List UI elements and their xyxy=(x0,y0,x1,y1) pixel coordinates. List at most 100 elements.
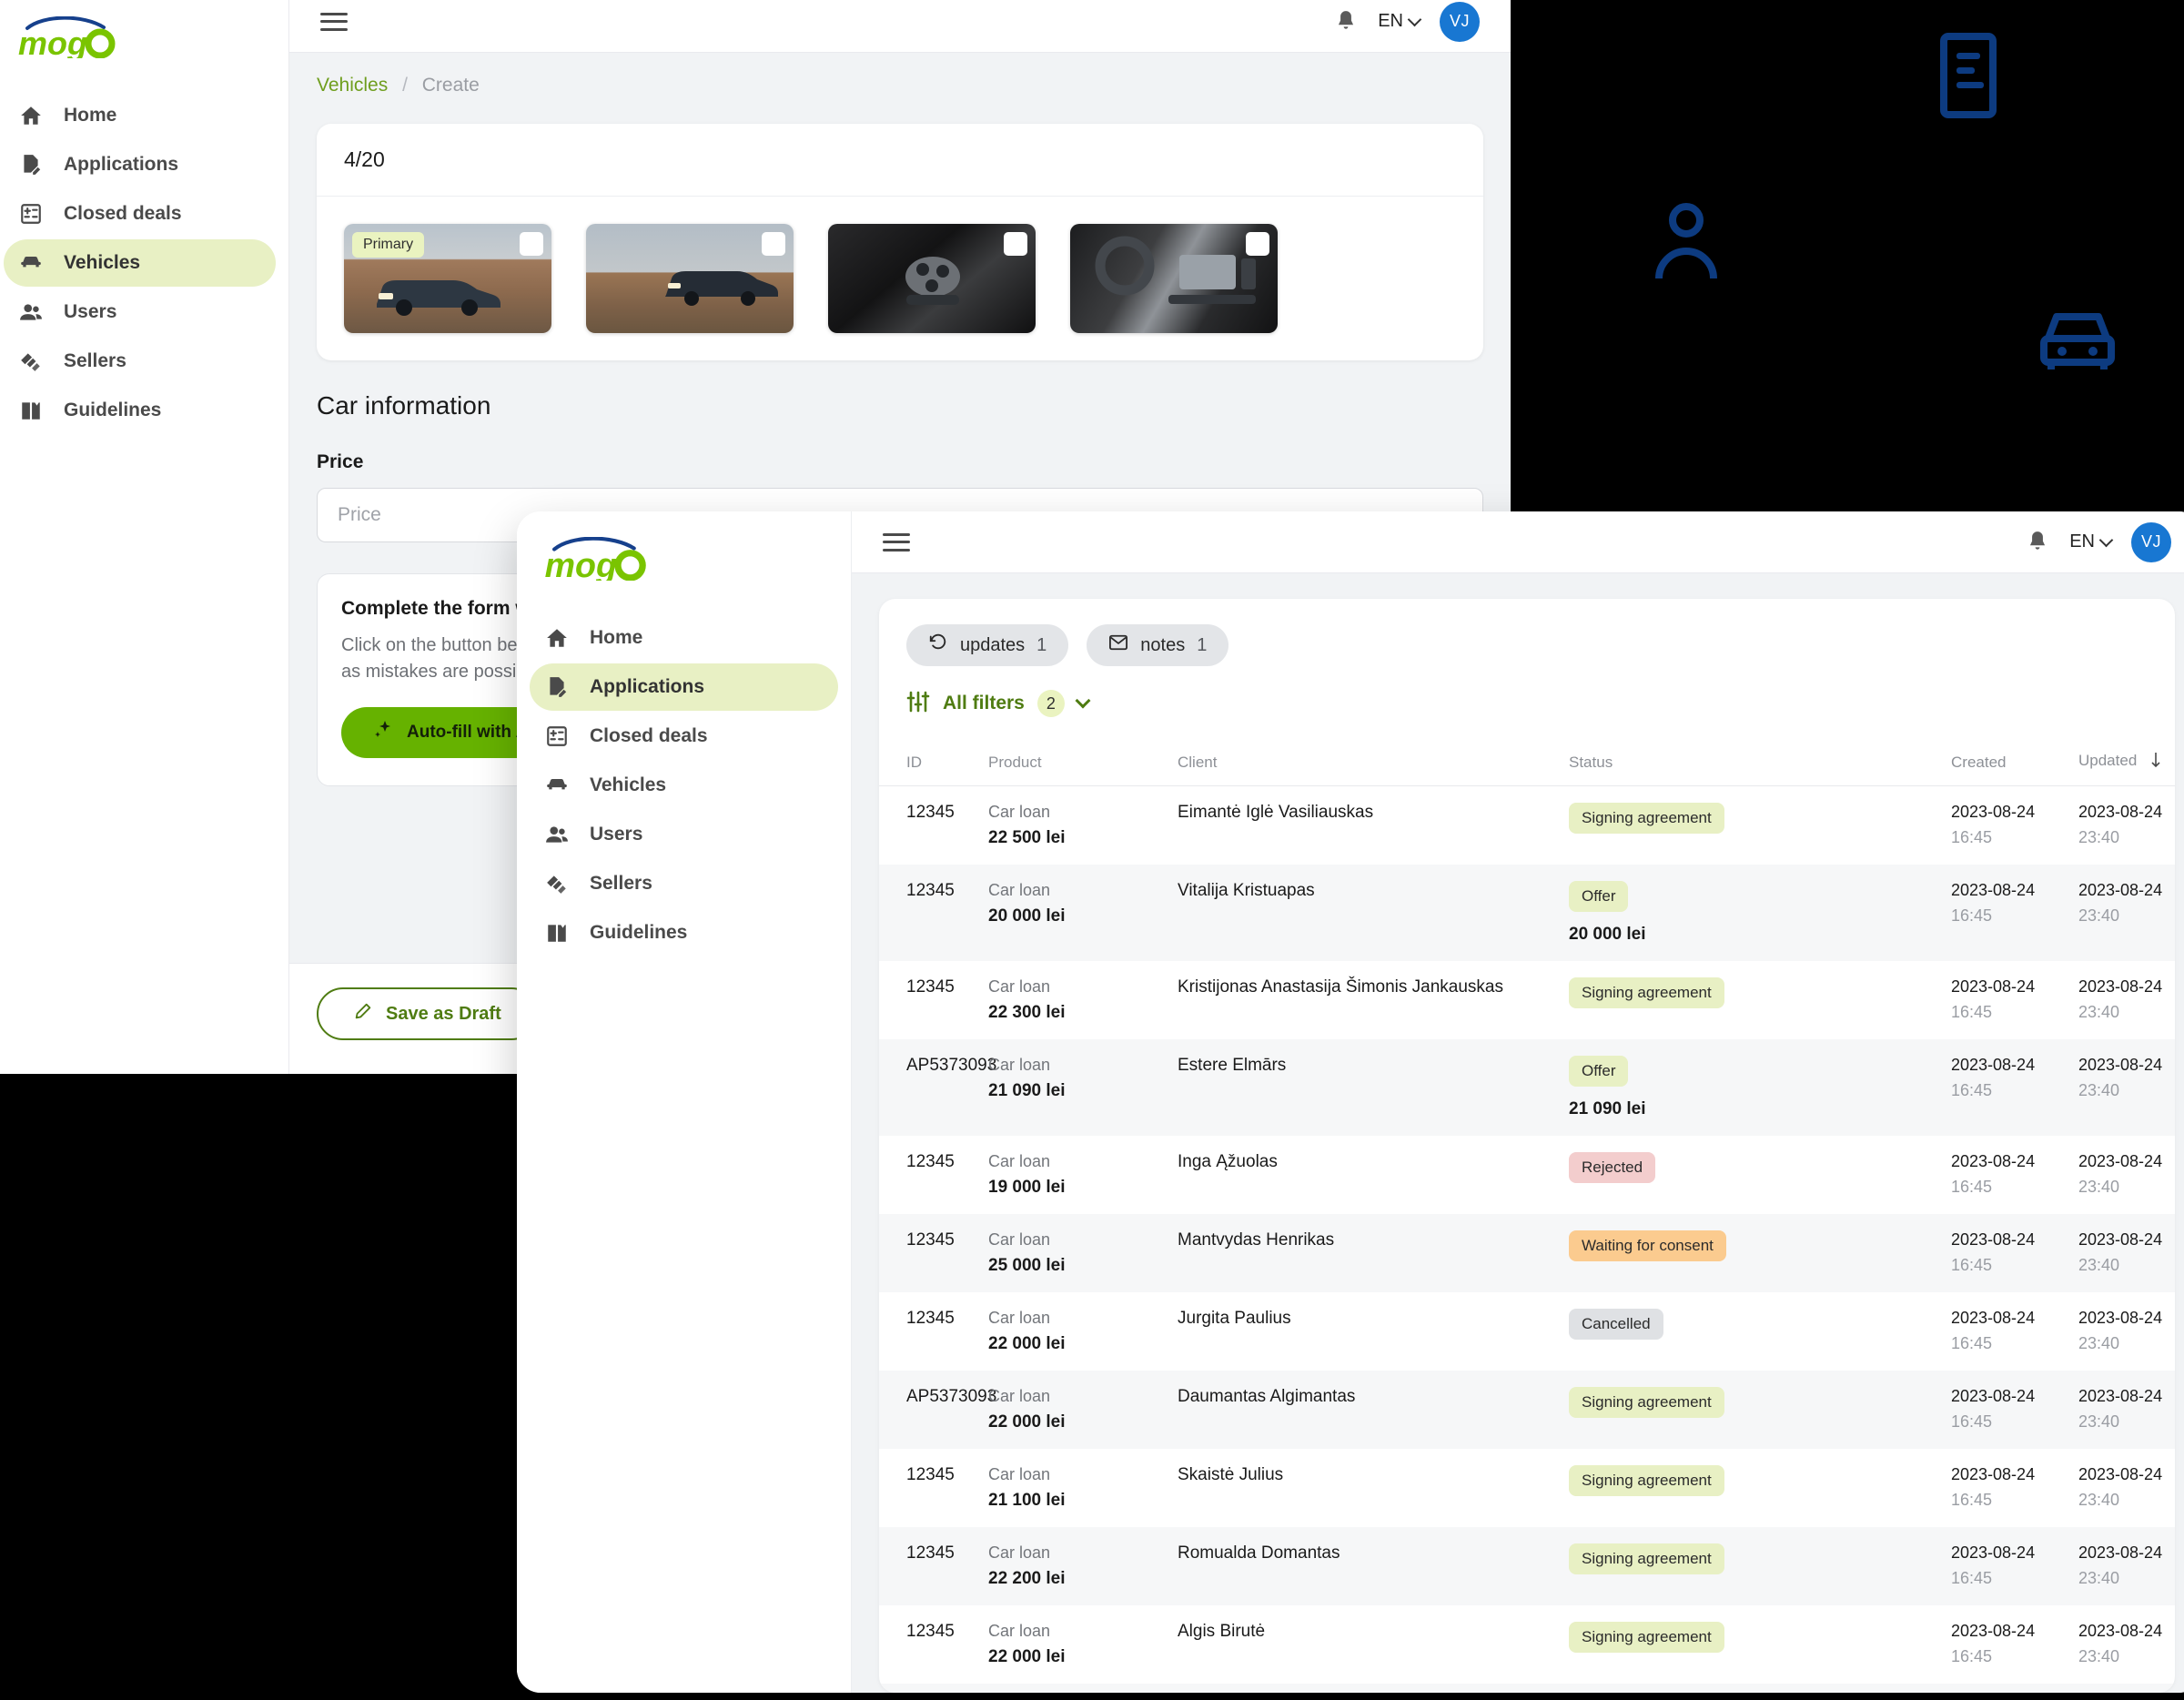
language-selector[interactable]: EN xyxy=(2069,531,2114,552)
all-filters-button[interactable]: All filters 2 xyxy=(879,666,2175,717)
sidebar-item-vehicles[interactable]: Vehicles xyxy=(4,239,276,287)
sidebar-item-label: Vehicles xyxy=(64,252,141,273)
cell-created-time: 16:45 xyxy=(1951,1178,1993,1196)
table-row[interactable]: AP5373093 Car loan 22 000 lei Daumantas Alg… xyxy=(879,1371,2175,1449)
mogo-logo[interactable]: mog xyxy=(0,4,288,90)
sidebar-item-applications[interactable]: Applications xyxy=(530,663,838,711)
all-filters-count: 2 xyxy=(1036,690,1065,717)
save-as-draft-button[interactable]: Save as Draft xyxy=(317,987,538,1040)
cell-updated-date: 2023-08-24 xyxy=(2078,1387,2163,1405)
person-icon xyxy=(1653,202,1719,285)
table-row[interactable]: AP5373093Car loan22 000 leiSofija SimasS… xyxy=(879,1684,2175,1693)
table-row[interactable]: 12345 Car loan 22 200 lei Romualda Domantas… xyxy=(879,1527,2175,1605)
sidebar-item-sellers[interactable]: Sellers xyxy=(530,860,838,907)
updates-count: 1 xyxy=(1036,634,1047,655)
sidebar-item-users[interactable]: Users xyxy=(4,288,276,336)
table-row[interactable]: 12345 Car loan 22 500 lei Eimantė Iglė Vasi… xyxy=(879,786,2175,865)
cell-created-date: 2023-08-24 xyxy=(1951,1230,2036,1249)
cell-updated-date: 2023-08-24 xyxy=(2078,977,2163,996)
status-badge: Signing agreement xyxy=(1569,1543,1724,1574)
table-row[interactable]: 12345 Car loan 20 000 lei Vitalija Kristuap… xyxy=(879,865,2175,961)
sidebar-item-sellers[interactable]: Sellers xyxy=(4,338,276,385)
topbar: EN VJ xyxy=(289,0,1511,53)
table-row[interactable]: 12345 Car loan 22 300 lei Kristijonas Anast… xyxy=(879,961,2175,1039)
chevron-down-icon xyxy=(1407,12,1422,26)
sidebar-item-closed-deals[interactable]: Closed deals xyxy=(4,190,276,238)
cell-product: Car loan xyxy=(988,1622,1051,1640)
photo-checkbox[interactable] xyxy=(762,232,785,256)
table-row[interactable]: 12345 Car loan 21 100 lei Skaistė Julius Sig… xyxy=(879,1449,2175,1527)
sidebar-item-guidelines[interactable]: Guidelines xyxy=(530,909,838,956)
cell-amount: 21 100 lei xyxy=(988,1491,1066,1510)
avatar[interactable]: VJ xyxy=(2131,521,2171,562)
column-header-product[interactable]: Product xyxy=(988,739,1178,786)
notifications-bell-icon[interactable] xyxy=(2026,530,2049,555)
sidebar-item-home[interactable]: Home xyxy=(4,92,276,139)
cell-amount: 22 000 lei xyxy=(988,1647,1066,1666)
updates-chip[interactable]: updates 1 xyxy=(906,624,1069,666)
cell-client: Inga Ąžuolas xyxy=(1178,1152,1278,1171)
menu-toggle-button[interactable] xyxy=(883,532,910,551)
cell-updated-date: 2023-08-24 xyxy=(2078,1465,2163,1483)
status-badge: Signing agreement xyxy=(1569,977,1724,1008)
users-icon xyxy=(544,822,570,847)
cell-product: Car loan xyxy=(988,1387,1051,1405)
cell-updated-time: 23:40 xyxy=(2078,1256,2120,1274)
cell-created-date: 2023-08-24 xyxy=(1951,1465,2036,1483)
column-header-updated-label: Updated xyxy=(2078,752,2138,769)
book-icon xyxy=(544,920,570,946)
sidebar-item-closed-deals[interactable]: Closed deals xyxy=(530,713,838,760)
cell-updated-date: 2023-08-24 xyxy=(2078,1309,2163,1327)
column-header-id[interactable]: ID xyxy=(879,739,988,786)
table-row[interactable]: 12345 Car loan 22 000 lei Algis Birutė Signi… xyxy=(879,1605,2175,1684)
applications-table-wrapper[interactable]: ID Product Client Status Created Updated xyxy=(879,717,2175,1693)
photo-checkbox[interactable] xyxy=(1246,232,1269,256)
notes-chip[interactable]: notes 1 xyxy=(1087,624,1229,666)
column-header-updated[interactable]: Updated xyxy=(2078,739,2175,786)
document-icon xyxy=(1940,33,1997,123)
sidebar-item-home[interactable]: Home xyxy=(530,614,838,662)
page-title: Car information xyxy=(317,391,491,420)
cell-updated-time: 23:40 xyxy=(2078,906,2120,925)
cell-product: Car loan xyxy=(988,1056,1051,1074)
cell-updated-time: 23:40 xyxy=(2078,1178,2120,1196)
status-badge: Signing agreement xyxy=(1569,1622,1724,1653)
mogo-logo[interactable]: mog xyxy=(517,524,851,612)
cell-client: Skaistė Julius xyxy=(1178,1465,1284,1484)
sidebar-item-label: Users xyxy=(590,824,643,845)
column-header-status[interactable]: Status xyxy=(1569,739,1951,786)
notifications-bell-icon[interactable] xyxy=(1334,9,1358,35)
users-icon xyxy=(18,299,44,325)
column-header-client[interactable]: Client xyxy=(1178,739,1569,786)
table-row[interactable]: 12345 Car loan 19 000 lei Inga Ąžuolas Rejec… xyxy=(879,1136,2175,1214)
table-row[interactable]: 12345 Car loan 25 000 lei Mantvydas Henrika… xyxy=(879,1214,2175,1292)
history-icon xyxy=(928,632,948,658)
sidebar-item-vehicles[interactable]: Vehicles xyxy=(530,762,838,809)
photo-thumbnail[interactable]: Primary xyxy=(344,224,551,333)
applications-icon xyxy=(544,674,570,700)
avatar[interactable]: VJ xyxy=(1440,1,1480,42)
sidebar-item-label: Closed deals xyxy=(590,725,708,746)
cell-amount: 22 000 lei xyxy=(988,1412,1066,1432)
photos-card: 4/20 Primary xyxy=(317,124,1483,360)
table-row[interactable]: AP5373093 Car loan 21 090 lei Estere Elmārs… xyxy=(879,1039,2175,1136)
photo-checkbox[interactable] xyxy=(1004,232,1027,256)
sidebar-item-applications[interactable]: Applications xyxy=(4,141,276,188)
sidebar-item-guidelines[interactable]: Guidelines xyxy=(4,387,276,434)
breadcrumb: Vehicles / Create xyxy=(289,53,1511,96)
applications-table: ID Product Client Status Created Updated xyxy=(879,739,2175,1693)
breadcrumb-vehicles-link[interactable]: Vehicles xyxy=(317,75,388,96)
cell-product: Car loan xyxy=(988,1230,1051,1249)
cell-created-time: 16:45 xyxy=(1951,1412,1993,1431)
column-header-created[interactable]: Created xyxy=(1951,739,2078,786)
photo-checkbox[interactable] xyxy=(520,232,543,256)
menu-toggle-button[interactable] xyxy=(320,12,348,31)
language-selector[interactable]: EN xyxy=(1378,11,1422,32)
breadcrumb-current: Create xyxy=(421,75,480,96)
photo-thumbnail[interactable] xyxy=(586,224,794,333)
sidebar-item-users[interactable]: Users xyxy=(530,811,838,858)
table-row[interactable]: 12345 Car loan 22 000 lei Jurgita Paulius Ca… xyxy=(879,1292,2175,1371)
photo-thumbnail[interactable] xyxy=(828,224,1036,333)
cell-updated-time: 23:40 xyxy=(2078,1412,2120,1431)
photo-thumbnail[interactable] xyxy=(1070,224,1278,333)
